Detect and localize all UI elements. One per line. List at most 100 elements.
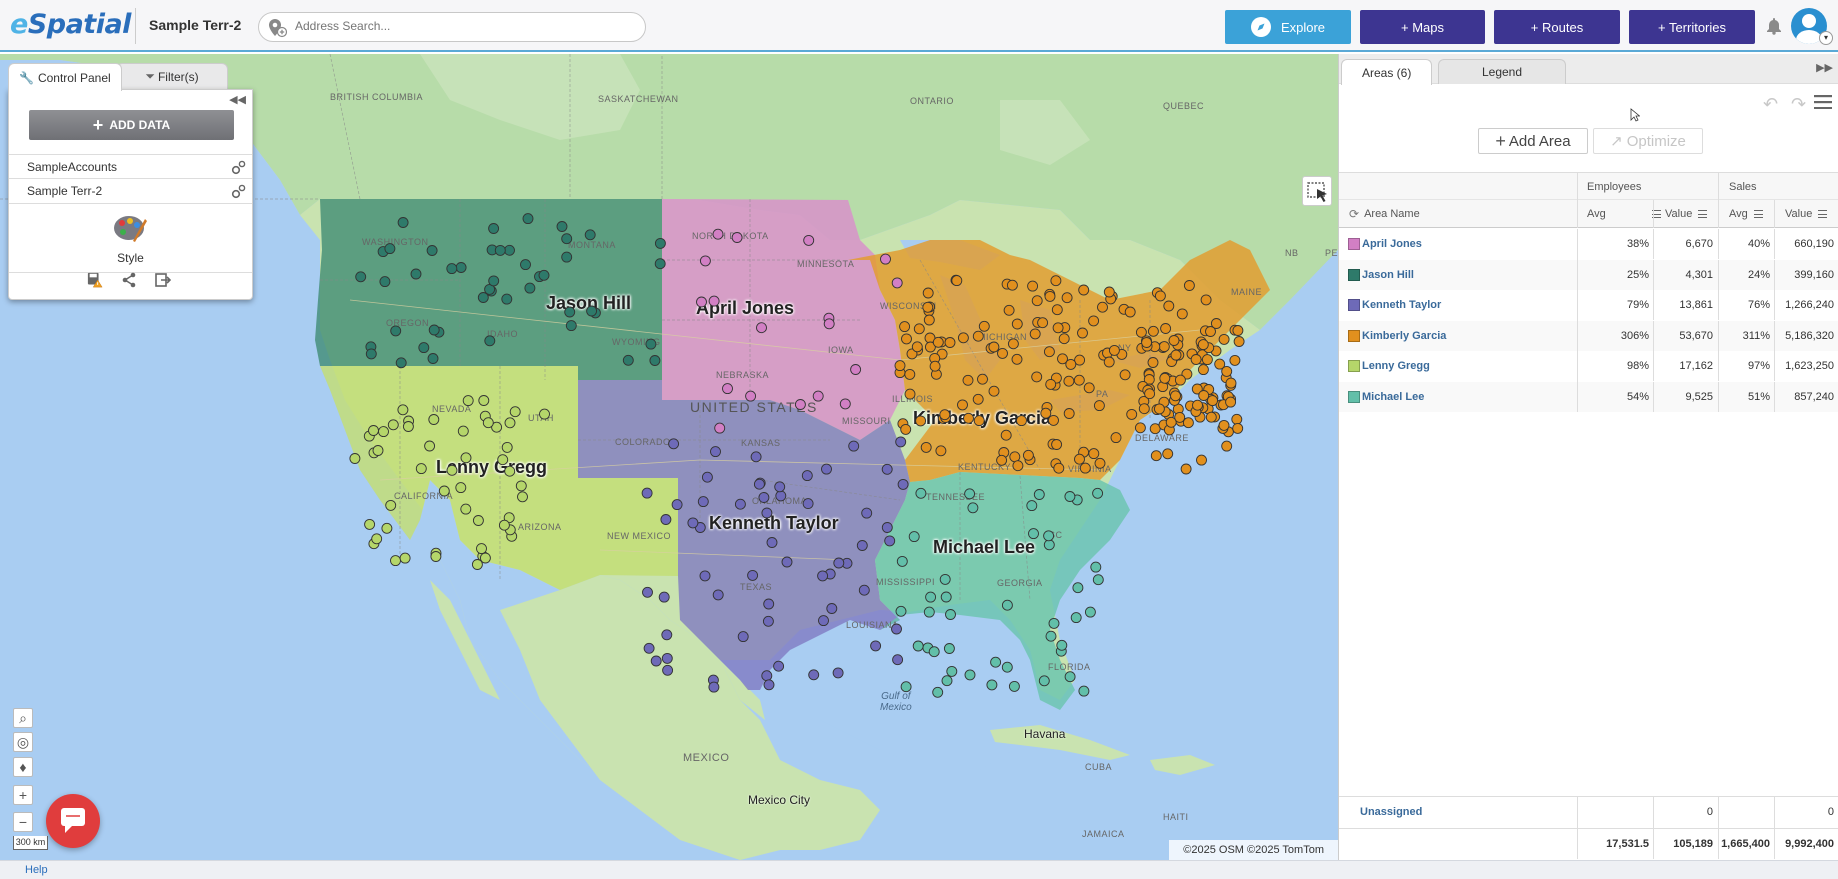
address-search[interactable] <box>258 12 646 42</box>
share-icon[interactable] <box>121 272 137 288</box>
unassigned-employees: 0 <box>1706 806 1713 818</box>
redo-icon[interactable]: ↷ <box>1791 94 1806 115</box>
layer-name: SampleAccounts <box>27 159 118 174</box>
region-label: VIRGINIA <box>1068 464 1112 474</box>
city-label: Havana <box>1024 727 1066 741</box>
area-color-swatch[interactable] <box>1348 268 1360 281</box>
plus-icon: + <box>92 115 104 135</box>
employees-avg: 54% <box>1626 390 1649 403</box>
area-color-swatch[interactable] <box>1348 390 1360 403</box>
unassigned-row[interactable]: Unassigned 0 0 <box>1339 796 1838 826</box>
area-name[interactable]: Kimberly Garcia <box>1360 321 1446 351</box>
compass-north-icon[interactable]: ♦ <box>13 757 33 777</box>
area-name[interactable]: Michael Lee <box>1360 382 1424 412</box>
area-color-swatch[interactable] <box>1348 299 1360 311</box>
locate-icon[interactable]: ◎ <box>13 732 33 752</box>
country-label: CUBA <box>1085 762 1113 772</box>
column-menu-icon[interactable] <box>1818 210 1828 218</box>
new-route-button[interactable]: + Routes <box>1494 10 1620 44</box>
layer-settings-icon[interactable] <box>231 160 246 175</box>
lasso-select-icon[interactable] <box>1302 176 1332 206</box>
employees-value: 4,301 <box>1685 268 1713 281</box>
refresh-icon[interactable]: ⟳ <box>1349 207 1359 221</box>
column-menu-icon[interactable] <box>1698 210 1708 218</box>
region-label: NEBRASKA <box>716 370 770 380</box>
area-name[interactable]: Jason Hill <box>1360 260 1414 290</box>
area-color-swatch[interactable] <box>1348 360 1360 372</box>
mouse-cursor-icon <box>1630 108 1640 122</box>
zoom-out-button[interactable]: − <box>13 812 33 832</box>
column-employees-avg[interactable]: Avg <box>1587 200 1661 228</box>
area-color-swatch[interactable] <box>1348 329 1360 342</box>
water-label: Gulf of Mexico <box>880 691 912 713</box>
maps-label: + Maps <box>1401 19 1444 35</box>
undo-icon[interactable]: ↶ <box>1763 94 1778 115</box>
area-color-swatch[interactable] <box>1348 238 1360 250</box>
employees-value: 53,670 <box>1679 329 1713 342</box>
espatial-logo[interactable]: eSpatial <box>10 9 131 40</box>
employees-avg: 98% <box>1626 360 1649 372</box>
column-employees-value[interactable]: Value <box>1665 200 1715 228</box>
region-label: OREGON <box>386 318 430 328</box>
table-row[interactable]: Kenneth Taylor 79% 13,861 76% 1,266,240 <box>1339 290 1838 320</box>
hamburger-menu-icon[interactable] <box>1814 95 1832 109</box>
layer-row[interactable]: Sample Terr-2 <box>9 179 252 204</box>
region-label: IDAHO <box>487 329 519 339</box>
tab-areas[interactable]: Areas (6) <box>1341 59 1433 85</box>
tab-filters-label: Filter(s) <box>157 69 199 84</box>
group-employees: Employees <box>1587 181 1642 193</box>
zoom-to-area-icon[interactable]: ⌕ <box>13 708 33 728</box>
sales-avg: 311% <box>1742 329 1770 342</box>
help-link[interactable]: Help <box>25 864 48 876</box>
add-area-button[interactable]: + Add Area <box>1478 128 1588 154</box>
expand-panel-icon[interactable]: ▶▶ <box>1816 61 1833 74</box>
tab-legend[interactable]: Legend <box>1438 59 1566 84</box>
table-row[interactable]: Kimberly Garcia 306% 53,670 311% 5,186,320 <box>1339 320 1838 351</box>
bell-icon[interactable] <box>1766 17 1782 35</box>
layer-row[interactable]: SampleAccounts <box>9 154 252 179</box>
export-icon[interactable] <box>155 272 171 288</box>
tab-areas-label: Areas (6) <box>1362 65 1412 80</box>
trend-icon: ↗ <box>1610 133 1623 150</box>
employees-value: 13,861 <box>1679 299 1713 311</box>
optimize-button[interactable]: ↗ Optimize <box>1593 128 1703 154</box>
territory-label: Michael Lee <box>933 537 1036 557</box>
control-panel-body: ◀◀ + ADD DATA SampleAccounts Sample Terr… <box>8 89 253 300</box>
new-map-button[interactable]: + Maps <box>1360 10 1485 44</box>
column-area-name[interactable]: ⟳ Area Name <box>1349 200 1420 228</box>
region-label: NY <box>1118 343 1132 353</box>
table-row[interactable]: Michael Lee 54% 9,525 51% 857,240 <box>1339 381 1838 412</box>
tab-filters[interactable]: ⏷ Filter(s) <box>116 63 228 89</box>
area-name[interactable]: April Jones <box>1360 229 1422 259</box>
add-data-button[interactable]: + ADD DATA <box>29 110 234 140</box>
tab-control-panel[interactable]: 🔧 Control Panel <box>8 63 122 91</box>
column-sales-value[interactable]: Value <box>1785 200 1835 228</box>
new-territory-button[interactable]: + Territories <box>1629 10 1755 44</box>
column-menu-icon[interactable] <box>1753 210 1763 218</box>
column-sales-avg[interactable]: Avg <box>1729 200 1774 228</box>
table-row[interactable]: Lenny Gregg 98% 17,162 97% 1,623,250 <box>1339 351 1838 381</box>
chevron-down-icon[interactable]: ▾ <box>1819 31 1833 45</box>
zoom-in-button[interactable]: + <box>13 785 33 805</box>
tab-legend-label: Legend <box>1481 65 1523 79</box>
region-label: BRITISH COLUMBIA <box>330 92 424 102</box>
table-row[interactable]: Jason Hill 25% 4,301 24% 399,160 <box>1339 259 1838 290</box>
save-warning-icon[interactable] <box>87 272 103 288</box>
table-row[interactable]: April Jones 38% 6,670 40% 660,190 <box>1339 229 1838 259</box>
region-label: LOUISIANA <box>846 620 899 630</box>
region-label: DELAWARE <box>1135 433 1189 443</box>
explore-button[interactable]: Explore <box>1225 10 1351 44</box>
collapse-panel-icon[interactable]: ◀◀ <box>229 93 246 106</box>
chat-button[interactable] <box>46 794 100 848</box>
column-label: Avg <box>1587 208 1606 220</box>
column-label: Avg <box>1729 208 1748 220</box>
region-label: TENNESSEE <box>926 492 986 502</box>
search-input[interactable] <box>295 19 635 33</box>
sales-value: 399,160 <box>1794 268 1834 281</box>
region-label: WISCONSIN <box>880 301 937 311</box>
layer-settings-icon[interactable] <box>231 184 246 199</box>
area-name[interactable]: Kenneth Taylor <box>1360 290 1441 320</box>
area-name[interactable]: Lenny Gregg <box>1360 351 1430 381</box>
region-label: ILLINOIS <box>892 394 934 404</box>
employees-value: 6,670 <box>1685 238 1713 250</box>
